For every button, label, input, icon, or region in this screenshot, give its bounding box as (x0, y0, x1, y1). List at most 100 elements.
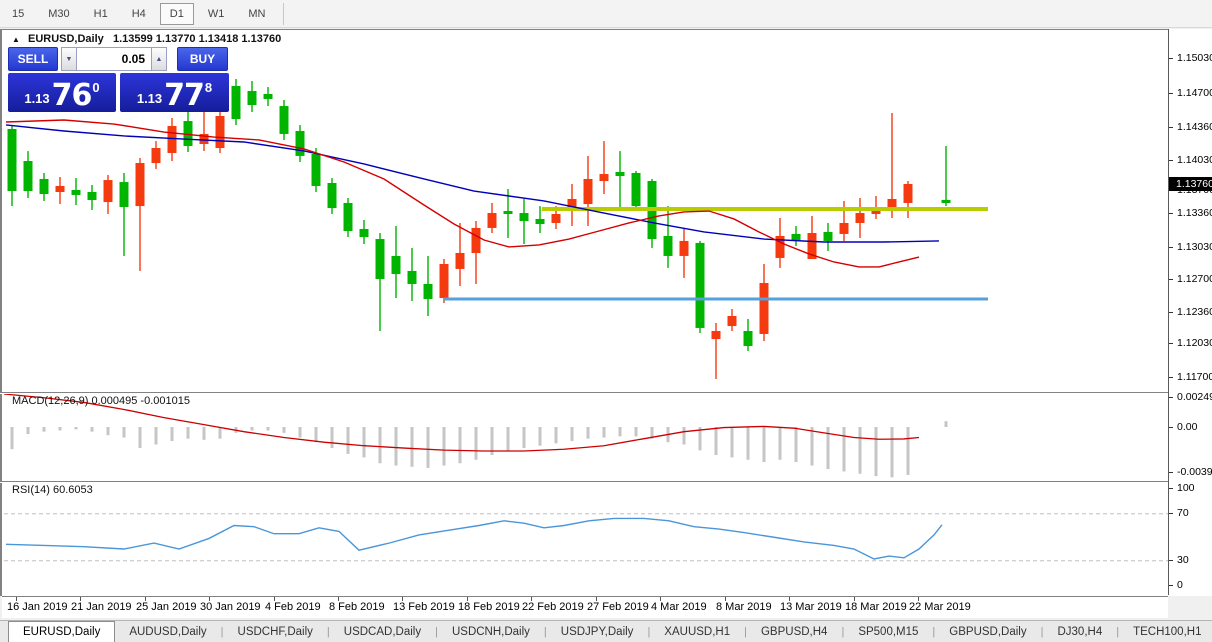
candle-body (264, 94, 273, 99)
candle-body (824, 232, 833, 241)
candle-body (904, 184, 913, 203)
tab-audusd-daily[interactable]: AUDUSD,Daily (115, 621, 220, 642)
macd-histogram-bar (459, 427, 462, 463)
price-tick-label: 1.11700 (1177, 371, 1212, 383)
price-tick-label-tick (1169, 247, 1173, 248)
timeframe-button-h4[interactable]: H4 (122, 3, 156, 25)
price-tick-label: 1.12700 (1177, 273, 1212, 285)
macd-histogram-bar (315, 427, 318, 442)
buy-price-panel[interactable]: 1.13 77 8 (120, 73, 229, 112)
macd-tick-label-tick (1169, 472, 1173, 473)
date-label: 22 Feb 2019 (522, 601, 584, 613)
rsi-panel-splitter[interactable] (0, 481, 1168, 483)
macd-histogram-bar (59, 427, 62, 431)
chart-symbol-header: ▲ EURUSD,Daily 1.13599 1.13770 1.13418 1… (12, 33, 281, 45)
volume-up-button[interactable]: ▲ (151, 47, 167, 71)
macd-histogram-bar (283, 427, 286, 433)
price-tick-label-tick (1169, 58, 1173, 59)
tab-usdchf-daily[interactable]: USDCHF,Daily (224, 621, 327, 642)
macd-histogram-bar (347, 427, 350, 454)
timeframe-button-w1[interactable]: W1 (198, 3, 235, 25)
macd-histogram-bar (363, 427, 366, 457)
candle-body (840, 223, 849, 234)
macd-histogram-bar (811, 427, 814, 466)
macd-histogram-bar (171, 427, 174, 441)
tab-gbpusd-daily[interactable]: GBPUSD,Daily (935, 621, 1040, 642)
tab-sp500-m15[interactable]: SP500,M15 (844, 621, 932, 642)
tab-gbpusd-h4[interactable]: GBPUSD,H4 (747, 621, 841, 642)
ma-slow-line (6, 125, 939, 242)
macd-panel-splitter[interactable] (0, 392, 1168, 394)
macd-histogram-bar (11, 427, 14, 449)
macd-histogram-bar (267, 427, 270, 431)
price-tick-label: 1.13030 (1177, 241, 1212, 253)
tab-tech100-h1[interactable]: TECH100,H1 (1119, 621, 1212, 642)
tab-usdjpy-daily[interactable]: USDJPY,Daily (547, 621, 648, 642)
date-label: 4 Mar 2019 (651, 601, 707, 613)
macd-histogram-bar (683, 427, 686, 445)
date-label: 16 Jan 2019 (7, 601, 68, 613)
buy-button[interactable]: BUY (177, 47, 228, 71)
candle-body (424, 284, 433, 299)
sell-price-panel[interactable]: 1.13 76 0 (8, 73, 116, 112)
date-label: 8 Mar 2019 (716, 601, 772, 613)
volume-input[interactable] (77, 47, 151, 71)
candle-body (120, 182, 129, 207)
price-tick-label-tick (1169, 343, 1173, 344)
timeframe-button-d1[interactable]: D1 (160, 3, 194, 25)
timeframe-button-15[interactable]: 15 (2, 3, 34, 25)
rsi-tick-label: 70 (1177, 507, 1189, 519)
chart-tab-bar: EURUSD,DailyAUDUSD,Daily|USDCHF,Daily|US… (0, 620, 1212, 642)
candle-body (856, 213, 865, 223)
candle-body (472, 228, 481, 253)
candle-body (504, 211, 513, 214)
collapse-triangle-icon[interactable]: ▲ (12, 35, 20, 44)
candle-body (104, 180, 113, 202)
price-tick-label-tick (1169, 279, 1173, 280)
price-tick-label-tick (1169, 127, 1173, 128)
macd-tick-label-tick (1169, 397, 1173, 398)
candle-body (488, 213, 497, 228)
candle-body (248, 91, 257, 105)
macd-histogram-bar (251, 427, 254, 431)
candle-body (712, 331, 721, 339)
macd-histogram-bar (891, 427, 894, 477)
candle-body (632, 173, 641, 206)
candle-body (536, 219, 545, 224)
candle-body (616, 172, 625, 176)
macd-tick-label-tick (1169, 427, 1173, 428)
tab-xauusd-h1[interactable]: XAUUSD,H1 (650, 621, 744, 642)
macd-indicator-pane[interactable] (4, 394, 1170, 481)
rsi-indicator-pane[interactable] (4, 483, 1170, 595)
macd-histogram-bar (539, 427, 542, 446)
tab-dj30-h4[interactable]: DJ30,H4 (1043, 621, 1116, 642)
symbol-name: EURUSD,Daily (28, 33, 104, 45)
macd-histogram-bar (779, 427, 782, 460)
macd-header: MACD(12,26,9) 0.000495 -0.001015 (12, 395, 190, 407)
macd-histogram-bar (843, 427, 846, 471)
tab-usdcnh-daily[interactable]: USDCNH,Daily (438, 621, 544, 642)
candle-body (696, 243, 705, 328)
tab-eurusd-daily[interactable]: EURUSD,Daily (8, 621, 115, 642)
timeframe-button-m30[interactable]: M30 (38, 3, 79, 25)
volume-down-button[interactable]: ▼ (61, 47, 77, 71)
sell-price-prefix: 1.13 (24, 91, 49, 106)
macd-histogram-bar (219, 427, 222, 439)
macd-histogram-bar (795, 427, 798, 462)
candle-body (728, 316, 737, 326)
candle-body (408, 271, 417, 284)
timeframe-button-mn[interactable]: MN (238, 3, 275, 25)
tab-usdcad-daily[interactable]: USDCAD,Daily (330, 621, 435, 642)
macd-histogram-bar (907, 427, 910, 475)
rsi-tick-label-tick (1169, 488, 1173, 489)
candle-body (136, 163, 145, 206)
sell-button[interactable]: SELL (8, 47, 58, 71)
buy-price-big: 77 (164, 83, 204, 109)
macd-histogram-bar (107, 427, 110, 435)
timeframe-button-h1[interactable]: H1 (84, 3, 118, 25)
rsi-tick-label: 100 (1177, 482, 1195, 494)
candle-body (40, 179, 49, 194)
macd-histogram-bar (635, 427, 638, 436)
rsi-tick-label-tick (1169, 513, 1173, 514)
macd-histogram-bar (523, 427, 526, 448)
